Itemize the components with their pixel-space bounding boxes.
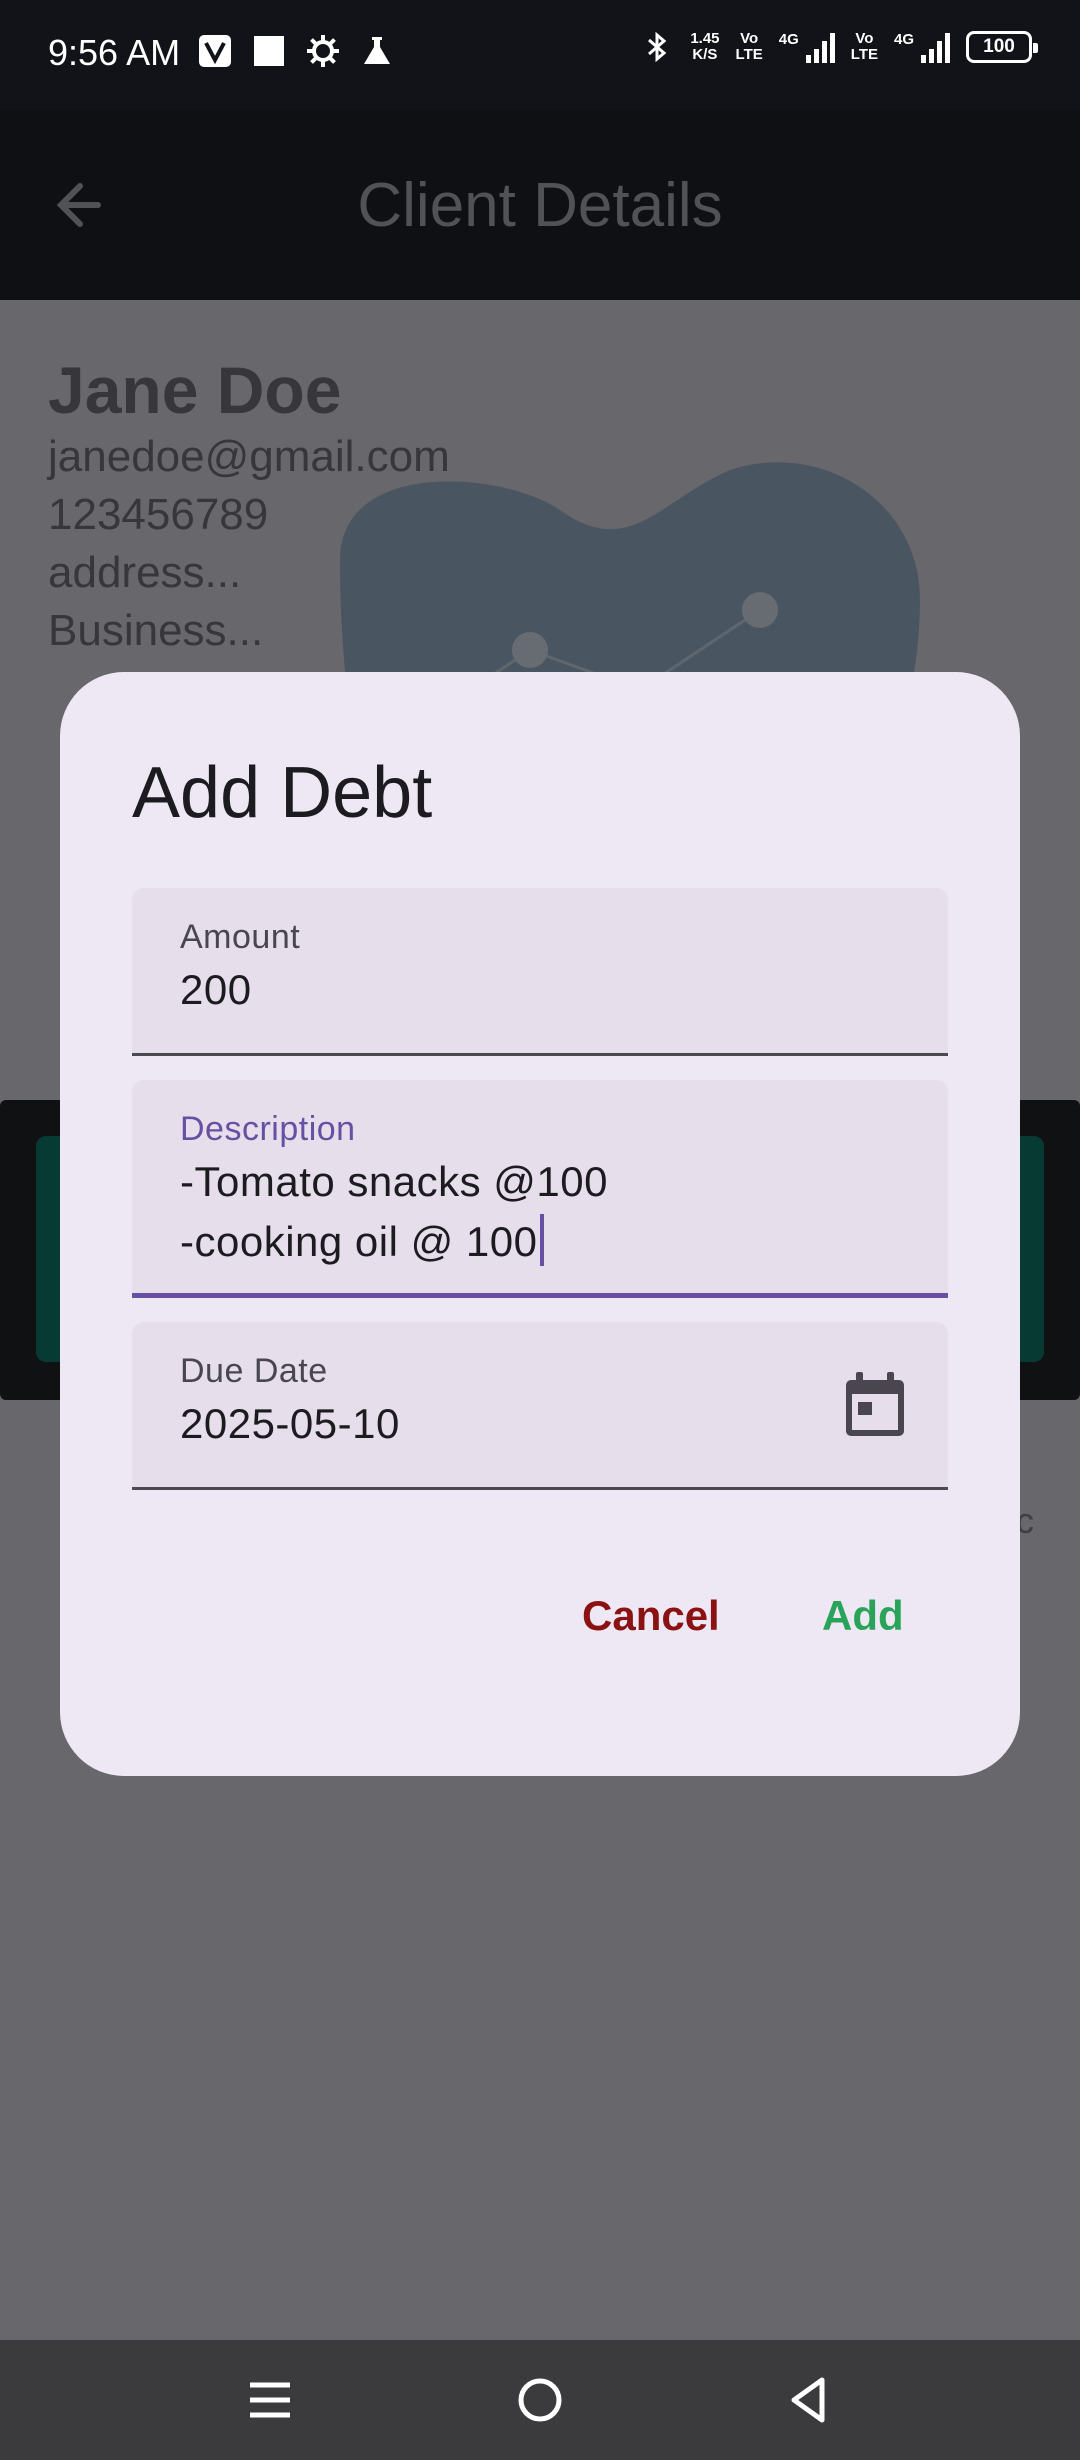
volte-1-top: Vo: [740, 30, 759, 47]
settings-icon: [307, 35, 339, 67]
network-speed-value: 1.45: [690, 30, 720, 47]
vlc-icon: [199, 35, 231, 67]
description-value: -Tomato snacks @100 -cooking oil @ 100: [180, 1152, 608, 1272]
signal-1-label: 4G: [778, 31, 799, 48]
home-icon[interactable]: [510, 2370, 570, 2430]
volte-2-top: Vo: [855, 30, 874, 47]
signal-strength-1: 4G: [779, 31, 835, 63]
signal-strength-2: 4G: [894, 31, 950, 63]
due-date-field[interactable]: Due Date 2025-05-10: [132, 1322, 948, 1490]
signal-2-label: 4G: [893, 31, 914, 48]
system-nav-bar: [0, 2340, 1080, 2460]
flask-icon: [364, 37, 390, 64]
volte-2: Vo LTE: [851, 31, 878, 63]
add-button[interactable]: Add: [822, 1592, 904, 1640]
volte-2-bottom: LTE: [850, 46, 878, 63]
network-speed-unit: K/S: [692, 46, 718, 63]
text-cursor: [539, 1214, 544, 1266]
amount-value: 200: [180, 966, 252, 1013]
description-text: -Tomato snacks @100 -cooking oil @ 100: [180, 1158, 608, 1265]
calendar-icon[interactable]: [842, 1370, 908, 1440]
add-debt-dialog: Add Debt Amount 200 Description -Tomato …: [60, 672, 1020, 1776]
volte-1-bottom: LTE: [735, 46, 763, 63]
due-date-label: Due Date: [180, 1352, 328, 1390]
description-label: Description: [180, 1110, 356, 1148]
square-icon: [254, 36, 284, 66]
status-system-icons: 1.45 K/S Vo LTE 4G Vo LTE 4G 100: [640, 30, 1038, 64]
description-field[interactable]: Description -Tomato snacks @100 -cooking…: [132, 1080, 948, 1298]
status-time: 9:56 AM: [48, 32, 181, 73]
volte-1: Vo LTE: [736, 31, 763, 63]
due-date-value: 2025-05-10: [180, 1400, 400, 1447]
cancel-button[interactable]: Cancel: [582, 1592, 720, 1640]
network-speed: 1.45 K/S: [690, 31, 719, 63]
status-bar: 9:56 AM 1.45 K/S Vo LTE 4G Vo LTE 4G 100: [0, 0, 1080, 110]
amount-field[interactable]: Amount 200: [132, 888, 948, 1056]
amount-label: Amount: [180, 918, 301, 956]
back-icon[interactable]: [780, 2370, 840, 2430]
menu-icon[interactable]: [240, 2370, 300, 2430]
dialog-title: Add Debt: [132, 753, 433, 833]
status-notification-icons: [198, 34, 394, 68]
bluetooth-icon: [648, 31, 667, 63]
battery-level: 100: [983, 36, 1015, 57]
battery-indicator: 100: [966, 31, 1038, 63]
